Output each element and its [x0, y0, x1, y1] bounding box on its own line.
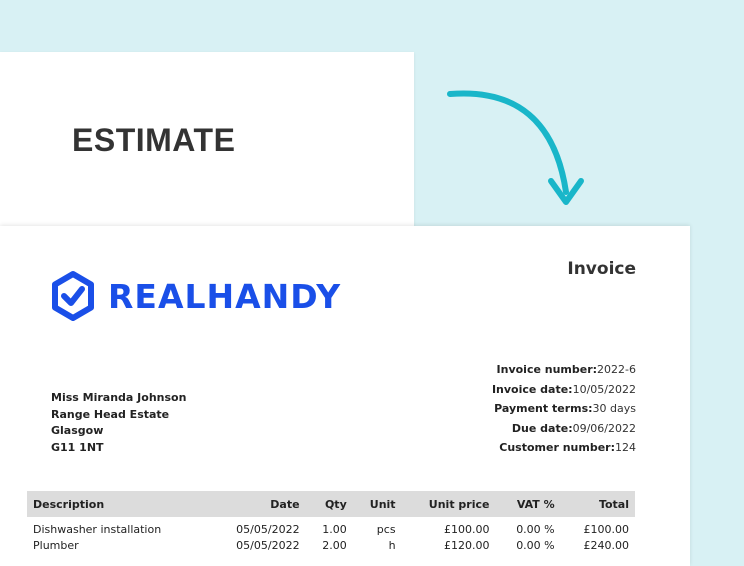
invoice-number-row: Invoice number:2022-6	[492, 360, 636, 380]
table-cell: Plumber	[33, 538, 79, 552]
invoice-title: Invoice	[567, 259, 636, 279]
table-cell: 0.00 %	[516, 538, 555, 552]
company-logo: REALHANDY	[50, 270, 341, 322]
line-items-table: Description Date Qty Unit Unit price VAT…	[27, 491, 635, 553]
address-line: G11 1NT	[51, 440, 104, 454]
column-header: Date	[208, 491, 306, 517]
table-row: Plumber 05/05/2022 2.00 h £120.00 0.00 %…	[27, 537, 635, 553]
table-cell: 05/05/2022	[236, 538, 300, 552]
table-cell: £240.00	[583, 538, 630, 552]
meta-label: Invoice number:	[496, 363, 598, 376]
table-cell: 2.00	[322, 538, 347, 552]
meta-value: 2022-6	[597, 363, 636, 376]
invoice-card: Invoice REALHANDY Invoice number:2022-6 …	[0, 226, 690, 566]
payment-terms-row: Payment terms:30 days	[492, 399, 636, 419]
meta-value: 124	[615, 441, 636, 454]
meta-label: Invoice date:	[491, 382, 573, 396]
address-line: Range Head Estate	[51, 407, 170, 421]
column-header: Qty	[305, 491, 353, 517]
table-cell: £100.00	[443, 522, 490, 536]
brand-name: REALHANDY	[108, 276, 342, 316]
customer-address: Miss Miranda Johnson Range Head Estate G…	[51, 390, 186, 456]
meta-label: Due date:	[511, 421, 573, 435]
invoice-meta: Invoice number:2022-6 Invoice date:10/05…	[492, 360, 636, 458]
meta-value: 30 days	[592, 402, 636, 415]
column-header: Description	[27, 491, 209, 517]
meta-label: Payment terms:	[494, 402, 593, 415]
table-cell: 1.00	[322, 522, 347, 536]
invoice-date-row: Invoice date:10/05/2022	[492, 380, 636, 400]
customer-number-row: Customer number:124	[492, 438, 636, 458]
column-header: Unit price	[401, 491, 496, 517]
table-cell: 05/05/2022	[236, 522, 300, 536]
address-line: Glasgow	[51, 424, 104, 437]
column-header: Unit	[352, 491, 402, 517]
table-cell: pcs	[376, 522, 396, 536]
estimate-card: ESTIMATE	[0, 52, 414, 252]
table-cell: h	[388, 538, 396, 552]
address-line: Miss Miranda Johnson	[51, 391, 187, 404]
meta-label: Customer number:	[499, 441, 615, 454]
estimate-title: ESTIMATE	[72, 122, 236, 158]
curved-arrow-icon	[447, 90, 584, 205]
table-cell: £120.00	[443, 538, 490, 552]
column-header: VAT %	[495, 491, 561, 517]
table-cell: Dishwasher installation	[33, 522, 162, 536]
shield-check-icon	[52, 271, 94, 321]
due-date-row: Due date:09/06/2022	[492, 419, 636, 439]
table-header-row: Description Date Qty Unit Unit price VAT…	[27, 491, 635, 517]
column-header: Total	[560, 491, 635, 517]
meta-value: 10/05/2022	[572, 382, 636, 396]
table-row: Dishwasher installation 05/05/2022 1.00 …	[27, 517, 635, 537]
meta-value: 09/06/2022	[572, 421, 636, 435]
table-cell: £100.00	[583, 522, 630, 536]
table-cell: 0.00 %	[516, 522, 555, 536]
